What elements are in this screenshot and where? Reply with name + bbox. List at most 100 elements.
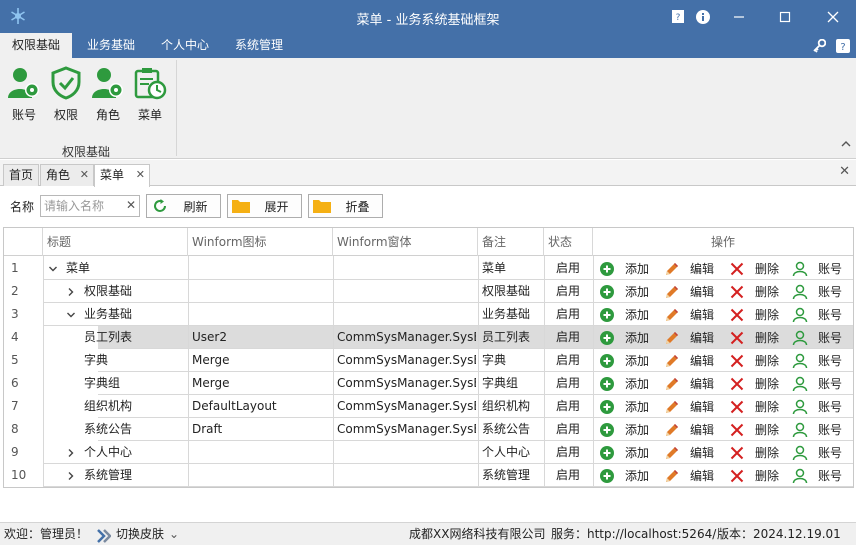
table-row[interactable]: 8 系统公告 Draft CommSysManager.SysB... 系统公告 启用 添加… (4, 418, 853, 441)
table-row[interactable]: 10 系统管理 系统管理 启用 添加 编辑 删除 账号 (4, 464, 853, 487)
panel-close-icon[interactable]: ✕ (839, 164, 850, 179)
delete-button[interactable]: 删除 (729, 372, 779, 395)
account-button[interactable]: 账号 (792, 326, 842, 349)
user-role-icon (88, 65, 128, 101)
delete-button[interactable]: 删除 (729, 257, 779, 280)
header-status[interactable]: 状态 (544, 228, 593, 256)
table-row[interactable]: 6 字典组 Merge CommSysManager.SysB... 字典组 启用 添加 编辑… (4, 372, 853, 395)
row-title: 字典 (84, 353, 109, 367)
account-button[interactable]: 账号 (792, 418, 842, 441)
menu-tab-permission[interactable]: 权限基础 (0, 33, 72, 58)
edit-button[interactable]: 编辑 (664, 257, 714, 280)
add-button[interactable]: 添加 (599, 257, 649, 280)
table-row[interactable]: 1 菜单 菜单 启用 添加 编辑 删除 账号 (4, 257, 853, 280)
header-winform-form[interactable]: Winform窗体 (333, 228, 478, 256)
delete-button[interactable]: 删除 (729, 280, 779, 303)
maximize-button[interactable] (768, 0, 802, 33)
add-button[interactable]: 添加 (599, 418, 649, 441)
key-icon[interactable] (809, 33, 829, 58)
add-button[interactable]: 添加 (599, 303, 649, 326)
row-status: 启用 (556, 261, 581, 275)
row-remark: 系统公告 (482, 422, 531, 436)
header-title[interactable]: 标题 (43, 228, 188, 256)
account-button[interactable]: 账号 (792, 464, 842, 487)
delete-button[interactable]: 删除 (729, 395, 779, 418)
close-button[interactable] (816, 0, 850, 33)
edit-button[interactable]: 编辑 (664, 441, 714, 464)
menu-tab-business[interactable]: 业务基础 (76, 33, 146, 58)
header-winform-icon[interactable]: Winform图标 (188, 228, 333, 256)
account-button[interactable]: 账号 (792, 395, 842, 418)
delete-button[interactable]: 删除 (729, 441, 779, 464)
clear-icon[interactable]: ✕ (126, 198, 136, 212)
add-button[interactable]: 添加 (599, 464, 649, 487)
add-button[interactable]: 添加 (599, 395, 649, 418)
delete-button[interactable]: 删除 (729, 418, 779, 441)
info-icon[interactable] (694, 0, 712, 33)
tab-close-icon[interactable]: ✕ (136, 165, 145, 185)
pencil-icon (664, 468, 680, 484)
about-icon[interactable]: ? (669, 0, 687, 33)
doc-tab-home[interactable]: 首页 (3, 164, 39, 186)
minimize-button[interactable] (722, 0, 756, 33)
table-row[interactable]: 2 权限基础 权限基础 启用 添加 编辑 删除 账号 (4, 280, 853, 303)
doc-tab-role[interactable]: 角色 ✕ (40, 164, 94, 186)
menu-tab-system[interactable]: 系统管理 (224, 33, 294, 58)
account-button[interactable]: 账号 (792, 280, 842, 303)
expand-chevron-icon[interactable] (66, 303, 78, 326)
add-button[interactable]: 添加 (599, 372, 649, 395)
chevron-down-icon[interactable]: ⌄ (169, 523, 179, 546)
table-row[interactable]: 5 字典 Merge CommSysManager.SysB... 字典 启用 添加 编辑 删除… (4, 349, 853, 372)
account-button[interactable]: 账号 (792, 372, 842, 395)
edit-button[interactable]: 编辑 (664, 326, 714, 349)
collapse-chevron-icon[interactable] (66, 464, 78, 487)
add-button[interactable]: 添加 (599, 280, 649, 303)
account-button[interactable]: 账号 (792, 349, 842, 372)
menu-tab-personal[interactable]: 个人中心 (150, 33, 220, 58)
header-remark[interactable]: 备注 (478, 228, 544, 256)
expand-chevron-icon[interactable] (48, 257, 60, 280)
add-button[interactable]: 添加 (599, 326, 649, 349)
expand-button[interactable]: 展开 (227, 194, 302, 218)
row-remark: 系统管理 (482, 468, 531, 482)
table-row[interactable]: 3 业务基础 业务基础 启用 添加 编辑 删除 账号 (4, 303, 853, 326)
account-button[interactable]: 账号 (792, 257, 842, 280)
add-button[interactable]: 添加 (599, 349, 649, 372)
edit-button[interactable]: 编辑 (664, 418, 714, 441)
help-icon[interactable]: ? (833, 33, 853, 58)
delete-button[interactable]: 删除 (729, 303, 779, 326)
skin-switch-link[interactable]: 切换皮肤 (116, 523, 164, 546)
user-icon (792, 261, 808, 277)
table-row[interactable]: 7 组织机构 DefaultLayout CommSysManager.SysB...… (4, 395, 853, 418)
search-input[interactable] (41, 196, 121, 216)
ribbon-permission-button[interactable]: 权限 (46, 65, 86, 125)
tab-close-icon[interactable]: ✕ (80, 165, 89, 185)
collapse-chevron-icon[interactable] (66, 441, 78, 464)
delete-button[interactable]: 删除 (729, 349, 779, 372)
delete-button[interactable]: 删除 (729, 326, 779, 349)
edit-button[interactable]: 编辑 (664, 349, 714, 372)
account-button[interactable]: 账号 (792, 441, 842, 464)
account-button[interactable]: 账号 (792, 303, 842, 326)
search-field[interactable]: ✕ (40, 195, 140, 217)
edit-button[interactable]: 编辑 (664, 464, 714, 487)
edit-button[interactable]: 编辑 (664, 303, 714, 326)
collapse-button[interactable]: 折叠 (308, 194, 383, 218)
edit-button[interactable]: 编辑 (664, 280, 714, 303)
row-title: 系统公告 (84, 422, 133, 436)
edit-button[interactable]: 编辑 (664, 395, 714, 418)
ribbon-role-button[interactable]: 角色 (88, 65, 128, 125)
ribbon-collapse-icon[interactable] (840, 138, 852, 150)
ribbon-menu-button[interactable]: 菜单 (130, 65, 170, 125)
delete-button[interactable]: 删除 (729, 464, 779, 487)
add-button-label: 添加 (625, 423, 650, 437)
edit-button[interactable]: 编辑 (664, 372, 714, 395)
refresh-button[interactable]: 刷新 (146, 194, 221, 218)
collapse-chevron-icon[interactable] (66, 280, 78, 303)
edit-button-label: 编辑 (690, 262, 715, 276)
add-button[interactable]: 添加 (599, 441, 649, 464)
table-row[interactable]: 9 个人中心 个人中心 启用 添加 编辑 删除 账号 (4, 441, 853, 464)
table-row[interactable]: 4 员工列表 User2 CommSysManager.SysB... 员工列表 启用 添加… (4, 326, 853, 349)
doc-tab-menu[interactable]: 菜单 ✕ (94, 164, 150, 187)
ribbon-account-button[interactable]: 账号 (4, 65, 44, 125)
